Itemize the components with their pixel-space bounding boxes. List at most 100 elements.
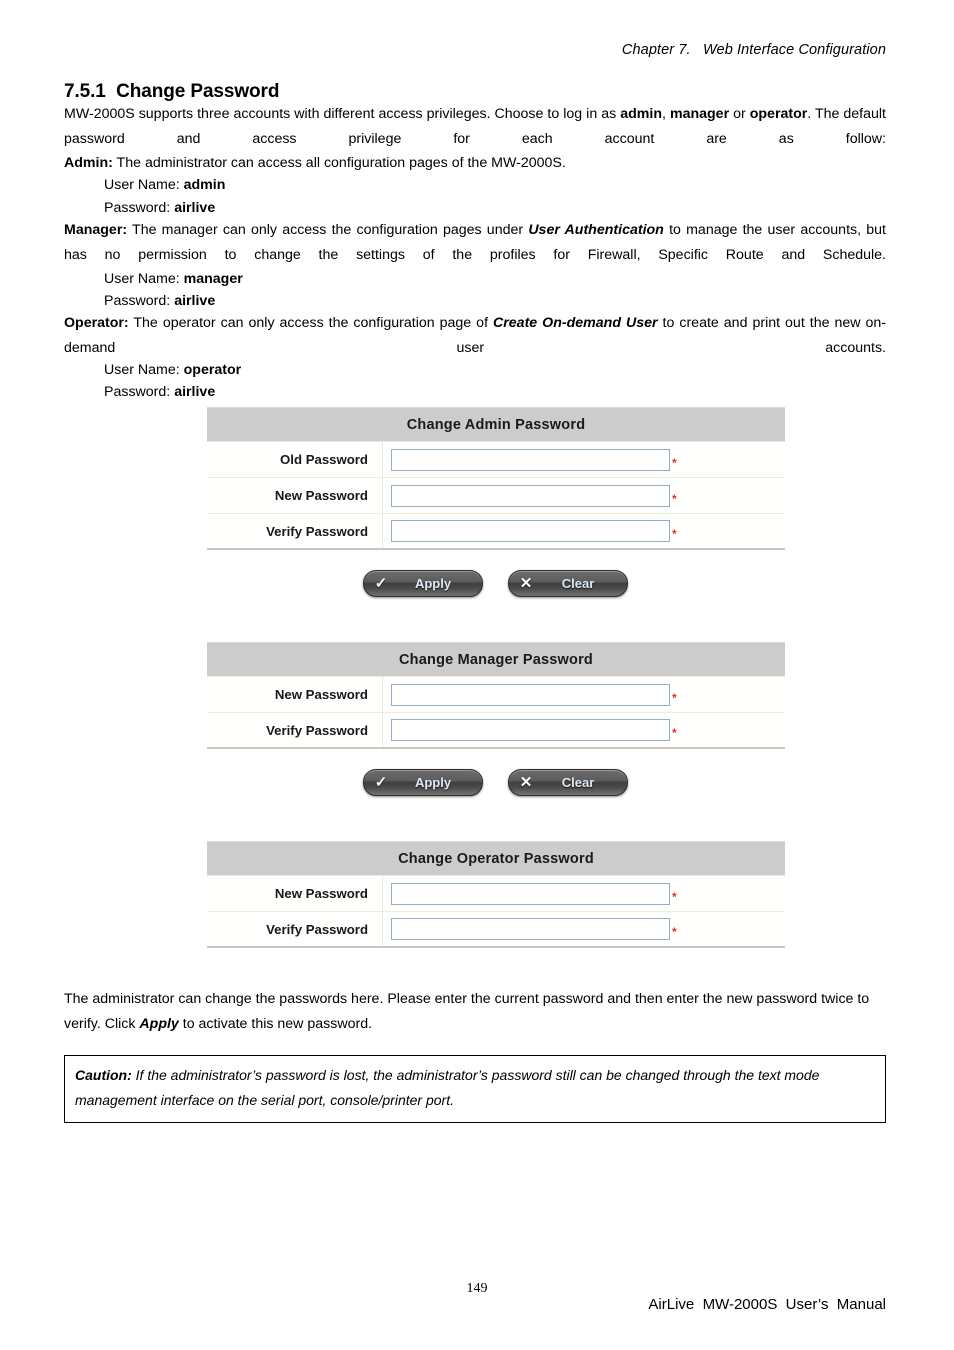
password-input[interactable] [391, 683, 670, 706]
apply-button[interactable]: ✓ Apply [363, 768, 483, 796]
account-operator-username: User Name: operator [64, 358, 926, 383]
field-cell: * [383, 876, 785, 911]
account-admin-username: User Name: admin [64, 173, 926, 198]
account-operator-role-label: Operator: [64, 315, 129, 331]
outro-text-b: to activate this new password. [178, 1015, 373, 1032]
field-label: New Password [207, 677, 383, 712]
panel-title: Change Admin Password [207, 408, 785, 442]
account-admin-inline: admin [620, 106, 662, 122]
required-marker: * [672, 889, 677, 904]
apply-button-label: Apply [414, 575, 452, 591]
field-cell: * [383, 514, 785, 548]
password-input[interactable] [391, 448, 670, 471]
intro-text-c: or [729, 106, 750, 122]
account-manager-username: User Name: manager [64, 267, 926, 292]
button-bar: ✓ Apply ✕ Clear [207, 550, 785, 616]
password-input[interactable] [391, 484, 670, 507]
password-input[interactable] [391, 918, 670, 940]
account-operator-inline: operator [749, 106, 808, 122]
clear-button[interactable]: ✕ Clear [508, 768, 628, 796]
field-label: New Password [207, 478, 383, 513]
account-operator-username-label: User Name: [104, 362, 184, 378]
field-cell: * [383, 912, 785, 946]
panel-title: Change Manager Password [207, 643, 785, 677]
field-label: Old Password [207, 442, 383, 477]
account-manager-role-text-a: The manager can only access the configur… [127, 222, 529, 238]
form-row: Verify Password * [207, 514, 785, 550]
account-manager-inline: manager [669, 106, 730, 122]
field-label: Verify Password [207, 713, 383, 747]
account-operator-password: Password: airlive [64, 380, 926, 405]
apply-button-label: Apply [414, 774, 452, 790]
close-icon: ✕ [519, 574, 533, 592]
account-manager-username-value: manager [183, 271, 243, 287]
required-marker: * [672, 690, 677, 705]
account-admin-password-label: Password: [104, 200, 175, 216]
form-row: New Password * [207, 677, 785, 713]
form-row: New Password * [207, 876, 785, 912]
form-row: Verify Password * [207, 713, 785, 749]
clear-button-label: Clear [561, 774, 595, 790]
account-operator-description: Operator: The operator can only access t… [64, 311, 886, 360]
page-number: 149 [466, 1281, 488, 1296]
account-operator-username-value: operator [183, 362, 242, 378]
account-manager-role-label: Manager: [64, 222, 128, 238]
clear-button-label: Clear [561, 575, 595, 591]
intro-text-a: MW-2000S supports three accounts with di… [64, 106, 621, 122]
field-label: New Password [207, 876, 383, 911]
account-admin-password-value: airlive [174, 200, 216, 216]
password-input[interactable] [391, 520, 670, 542]
panel-spacer [207, 616, 785, 642]
account-admin-username-value: admin [183, 177, 226, 193]
footer-manual-title: AirLive MW-2000S User’s Manual [648, 1296, 886, 1313]
password-input[interactable] [391, 882, 670, 905]
link-user-authentication: User Authentication [528, 222, 664, 238]
account-manager-password-label: Password: [104, 293, 175, 309]
field-cell: * [383, 442, 785, 477]
check-icon: ✓ [374, 773, 388, 791]
check-icon: ✓ [374, 574, 388, 592]
account-admin-description: Admin: The administrator can access all … [64, 151, 886, 176]
field-cell: * [383, 713, 785, 747]
required-marker: * [672, 925, 677, 939]
password-panel: Change Manager Password New Password * Veri… [207, 642, 785, 749]
clear-button[interactable]: ✕ Clear [508, 569, 628, 597]
document-page: Chapter 7. Web Interface Configuration 7… [0, 0, 954, 1350]
apply-button[interactable]: ✓ Apply [363, 569, 483, 597]
caution-text: If the administrator’s password is lost,… [75, 1067, 820, 1108]
web-ui-screenshot: Change Admin Password Old Password * New Pa… [207, 407, 785, 948]
account-operator-password-label: Password: [104, 384, 175, 400]
required-marker: * [672, 455, 677, 470]
password-panel: Change Admin Password Old Password * New Pa… [207, 407, 785, 550]
button-bar: ✓ Apply ✕ Clear [207, 749, 785, 815]
account-admin-password: Password: airlive [64, 196, 926, 221]
password-panel: Change Operator Password New Password * Ver… [207, 841, 785, 948]
intro-text-b: , [662, 106, 670, 122]
field-cell: * [383, 478, 785, 513]
panel-spacer [207, 815, 785, 841]
password-input[interactable] [391, 719, 670, 741]
required-marker: * [672, 527, 677, 541]
chapter-running-head: Chapter 7. Web Interface Configuration [621, 42, 886, 58]
form-row: Verify Password * [207, 912, 785, 948]
field-label: Verify Password [207, 514, 383, 548]
required-marker: * [672, 726, 677, 740]
form-row: New Password * [207, 478, 785, 514]
required-marker: * [672, 491, 677, 506]
link-create-on-demand-user: Create On-demand User [493, 315, 658, 331]
account-operator-password-value: airlive [174, 384, 216, 400]
account-manager-password: Password: airlive [64, 289, 926, 314]
page-title: 7.5.1 Change Password [64, 80, 280, 102]
intro-paragraph: MW-2000S supports three accounts with di… [64, 102, 886, 151]
account-manager-username-label: User Name: [104, 271, 184, 287]
field-cell: * [383, 677, 785, 712]
caution-box: Caution: If the administrator’s password… [64, 1055, 886, 1123]
outro-paragraph: The administrator can change the passwor… [64, 987, 886, 1036]
account-operator-role-text-a: The operator can only access the configu… [128, 315, 494, 331]
account-admin-role-text: The administrator can access all configu… [112, 155, 566, 171]
form-row: Old Password * [207, 442, 785, 478]
panel-title: Change Operator Password [207, 842, 785, 876]
close-icon: ✕ [519, 773, 533, 791]
account-admin-username-label: User Name: [104, 177, 184, 193]
account-manager-description: Manager: The manager can only access the… [64, 218, 886, 267]
